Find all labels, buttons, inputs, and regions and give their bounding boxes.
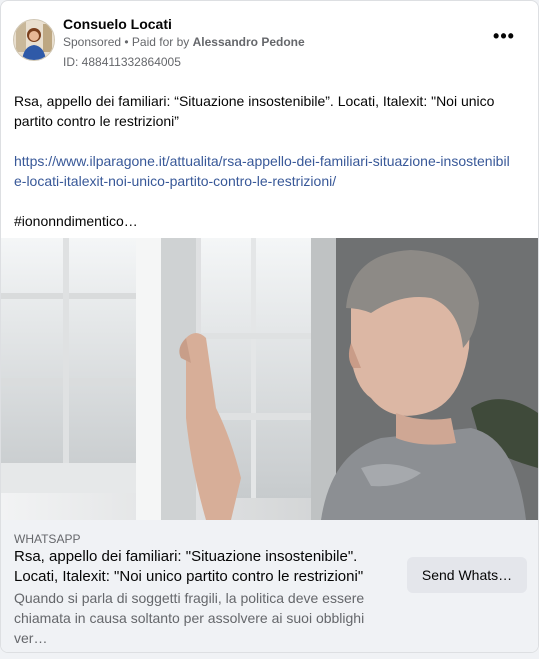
link-description: Quando si parla di soggetti fragili, la … [14,590,365,646]
send-whatsapp-button[interactable]: Send Whats… [407,557,527,593]
window-woman-photo [1,238,538,520]
link-title[interactable]: Rsa, appello dei familiari: "Situazione … [14,547,394,587]
post-header: Consuelo Locati Sponsored • Paid for by … [13,15,526,71]
post-hashtag[interactable]: #iononndimentico… [14,211,514,231]
payer-name[interactable]: Alessandro Pedone [193,35,305,49]
post-body: Rsa, appello dei familiari: “Situazione … [14,91,514,251]
more-options-icon[interactable]: ••• [492,27,516,49]
sponsored-line: Sponsored • Paid for by Alessandro Pedon… [63,35,305,49]
post-text: Rsa, appello dei familiari: “Situazione … [14,93,495,129]
post-link[interactable]: https://www.ilparagone.it/attualita/rsa-… [14,153,510,189]
avatar-image [14,20,54,60]
post-image[interactable] [1,238,538,520]
link-preview[interactable]: WHATSAPP Rsa, appello dei familiari: "Si… [1,520,538,652]
link-domain: WHATSAPP [14,532,81,546]
ad-post-card: Consuelo Locati Sponsored • Paid for by … [0,0,539,653]
ad-id: ID: 488411332864005 [63,55,181,69]
avatar[interactable] [13,19,55,61]
paid-for-prefix: • Paid for by [121,35,193,49]
sponsored-label: Sponsored [63,35,122,49]
author-name[interactable]: Consuelo Locati [63,16,172,32]
